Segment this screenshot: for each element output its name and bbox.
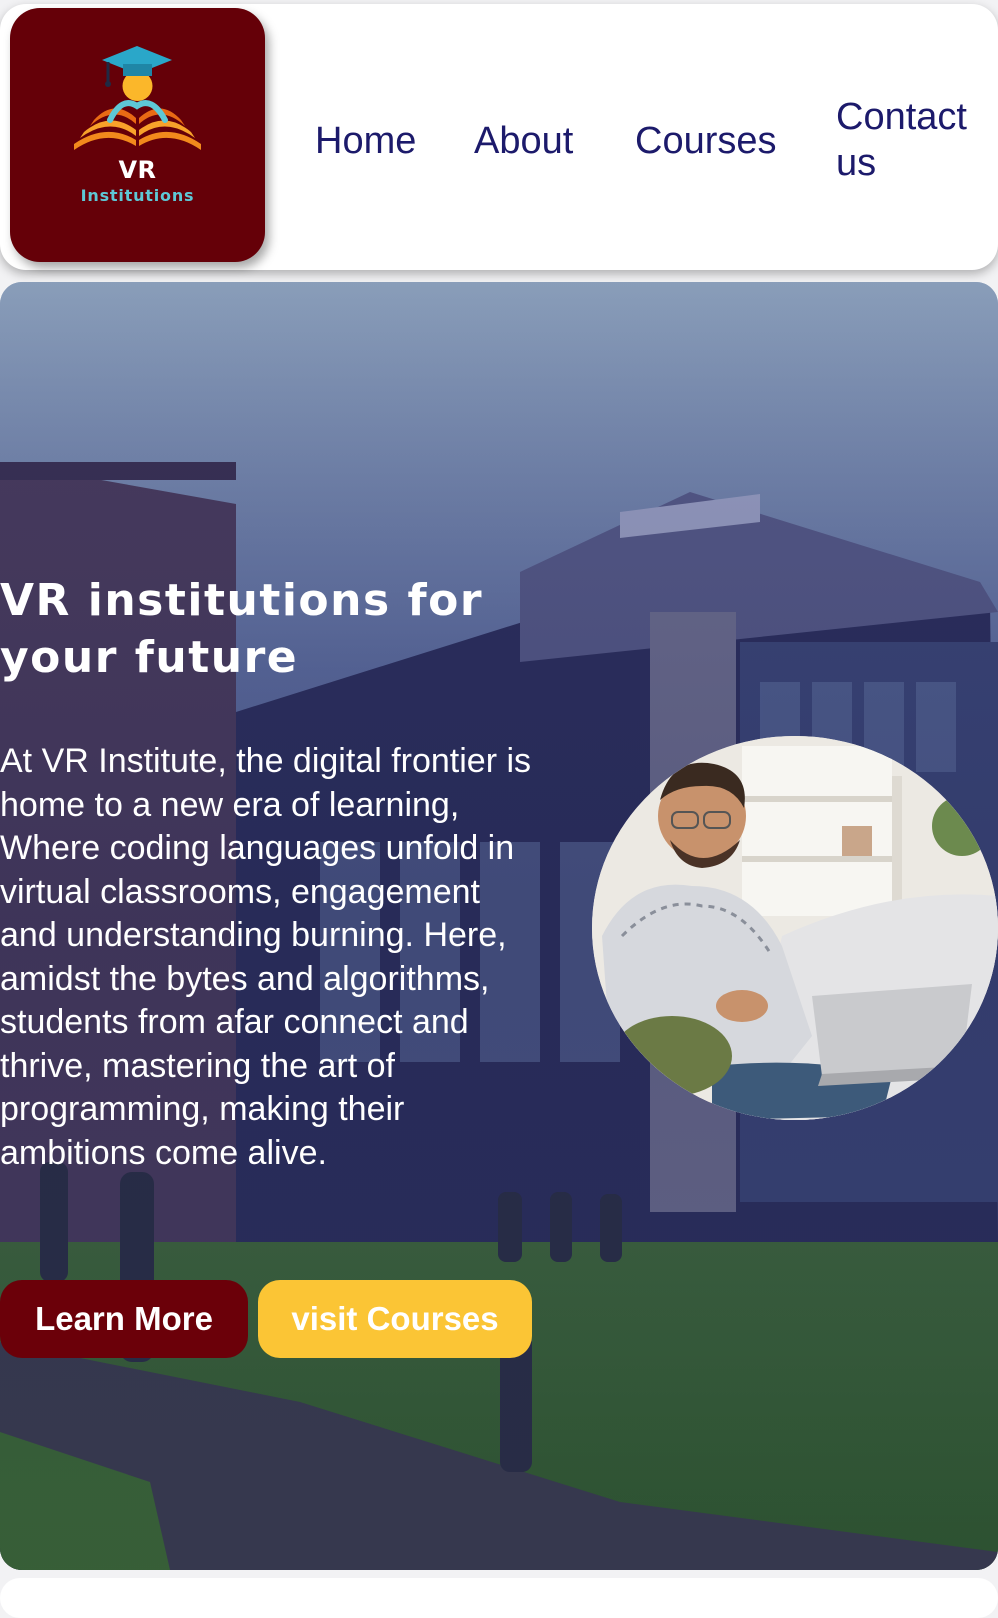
nav-about-link[interactable]: About: [474, 118, 573, 164]
hero-title: VR institutions for your future: [0, 575, 484, 683]
student-portrait-image: [592, 736, 998, 1120]
nav-contact-link[interactable]: Contact us: [836, 94, 996, 186]
nav-home-link[interactable]: Home: [315, 118, 416, 164]
learn-more-button[interactable]: Learn More: [0, 1280, 248, 1358]
hero-section: VR institutions for your future At VR In…: [0, 282, 998, 1570]
next-section: [0, 1578, 998, 1618]
logo-title: VR: [118, 156, 157, 184]
hero-description: At VR Institute, the digital frontier is…: [0, 742, 532, 1172]
nav-courses-link[interactable]: Courses: [635, 118, 777, 164]
site-header: VR Institutions Home About Courses Conta…: [0, 4, 998, 270]
graduation-book-icon: [74, 46, 201, 150]
visit-courses-button[interactable]: visit Courses: [258, 1280, 532, 1358]
logo-subtitle: Institutions: [80, 186, 195, 205]
logo[interactable]: VR Institutions: [10, 8, 265, 262]
